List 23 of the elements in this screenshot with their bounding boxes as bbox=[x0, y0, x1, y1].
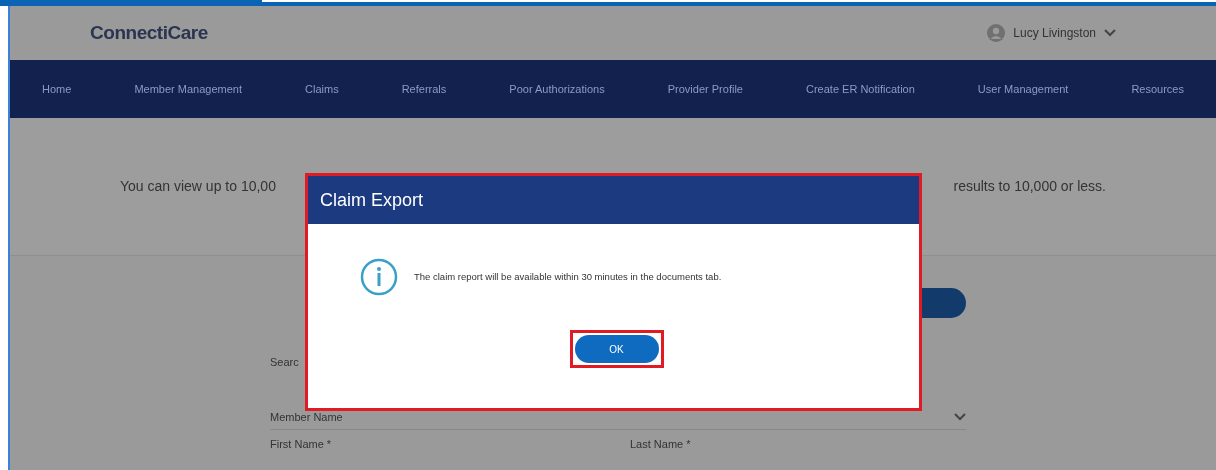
dialog-message: The claim report will be available within 30 minutes in the documents tab. bbox=[414, 269, 722, 284]
notice-text: results to 10,000 or less. bbox=[953, 177, 1106, 196]
field-label: Last Name * bbox=[630, 437, 691, 452]
chevron-down-icon bbox=[1104, 29, 1116, 37]
info-icon bbox=[360, 258, 398, 296]
nav-link[interactable]: Claims bbox=[305, 80, 339, 98]
nav-link[interactable]: Poor Authorizations bbox=[509, 80, 605, 98]
nav-link[interactable]: Create ER Notification bbox=[806, 80, 915, 98]
field-label: First Name * bbox=[270, 437, 333, 452]
notice-text: You can view up to 10,00 bbox=[120, 177, 276, 196]
nav-link[interactable]: Provider Profile bbox=[667, 80, 743, 98]
ok-button[interactable]: OK bbox=[574, 335, 659, 363]
logo[interactable]: ConnectiCare bbox=[90, 18, 208, 48]
nav-link[interactable]: Home bbox=[42, 80, 72, 98]
field-label: Searc bbox=[270, 355, 300, 370]
nav-link[interactable]: Resources bbox=[1131, 80, 1184, 98]
dialog-title: Claim Export bbox=[320, 188, 424, 212]
nav-link[interactable]: Member Management bbox=[134, 80, 242, 98]
nav-link[interactable]: Referrals bbox=[401, 80, 447, 98]
avatar-icon bbox=[987, 24, 1006, 42]
chevron-down-icon bbox=[954, 412, 966, 421]
nav-link[interactable]: User Management bbox=[977, 80, 1069, 98]
user-menu[interactable]: Lucy Livingston bbox=[987, 24, 1116, 42]
